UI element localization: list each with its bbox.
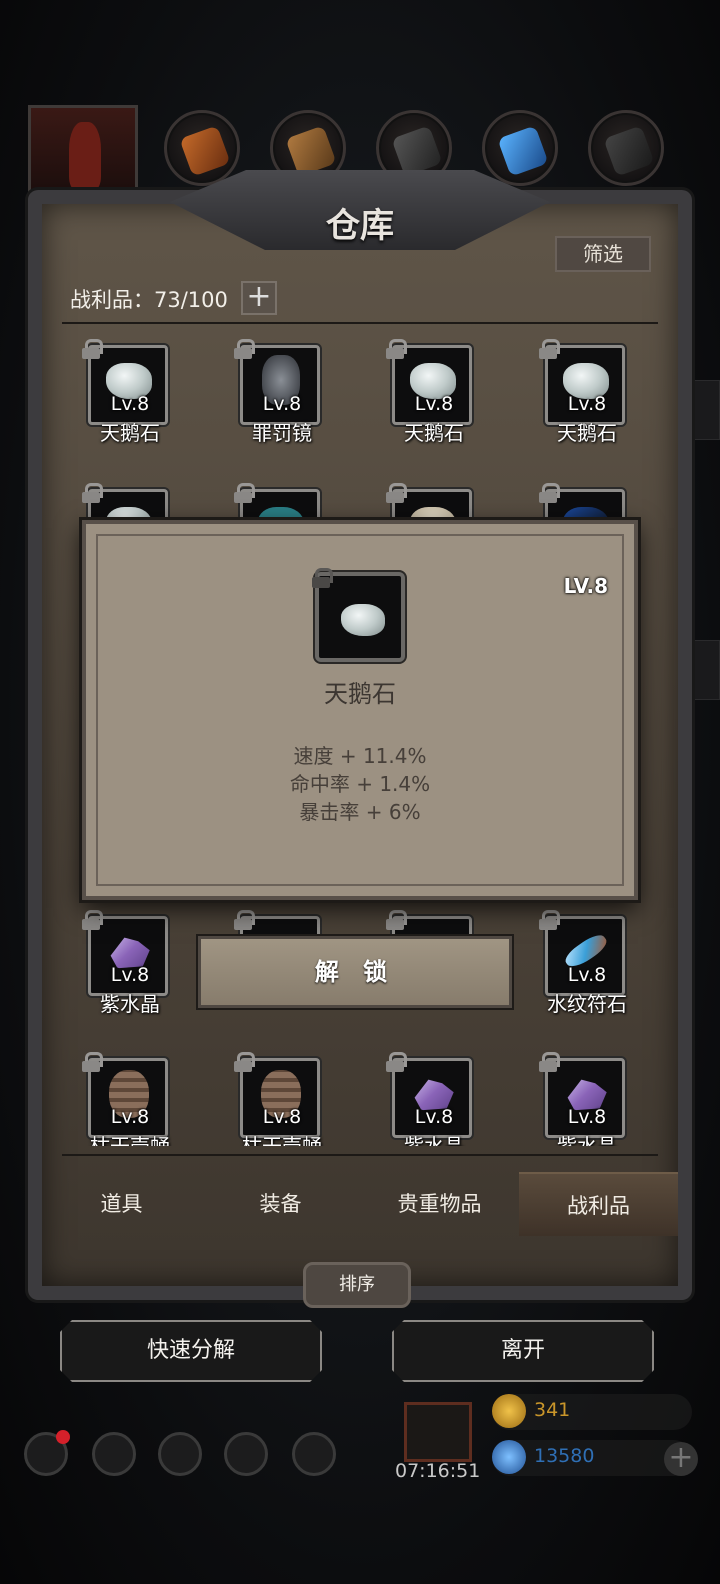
gem-value: 13580 [534, 1445, 595, 1467]
lock-icon [82, 910, 103, 930]
gem-icon [492, 1440, 526, 1474]
stat-line: 速度 + 11.4% [293, 744, 427, 768]
gift-icon[interactable] [404, 1402, 472, 1462]
crystal-icon [497, 125, 549, 177]
inventory-item[interactable]: Lv.8 罪罚镜 [234, 339, 324, 445]
inventory-item[interactable]: Lv.8 枯干壳蛹 [82, 1052, 172, 1146]
gem-counter: 13580 [492, 1440, 692, 1476]
wood-icon [285, 125, 337, 177]
lock-icon [539, 483, 560, 503]
shield-icon[interactable] [292, 1432, 336, 1476]
lock-icon [234, 1052, 255, 1072]
item-level: Lv.8 [567, 964, 607, 986]
grid-row-clip: Lv.8 枯干壳蛹 Lv.8 枯干壳蛹 Lv.8 紫水晶 Lv.8 紫水晶 [0, 1050, 720, 1146]
inventory-item[interactable]: Lv.8 天鹅石 [386, 339, 476, 445]
lock-icon [234, 483, 255, 503]
loot-capacity: 战利品：73/100 [70, 288, 228, 312]
item-name: 天鹅石 [404, 421, 464, 445]
sort-button[interactable]: 排序 [303, 1262, 411, 1308]
ore-icon [391, 125, 443, 177]
lock-icon [386, 483, 407, 503]
item-level: Lv.8 [567, 1106, 607, 1128]
leather-icon [179, 125, 231, 177]
item-level: Lv.8 [567, 393, 607, 415]
tab-valuables[interactable]: 贵重物品 [360, 1172, 519, 1236]
popup-item-level: LV.8 [563, 574, 608, 598]
star-icon[interactable] [92, 1432, 136, 1476]
lock-icon [539, 1052, 560, 1072]
item-name: 天鹅石 [557, 421, 617, 445]
side-tab-1[interactable] [694, 380, 720, 440]
relic-icon [69, 122, 101, 190]
divider-top [62, 322, 658, 324]
lock-icon [234, 339, 255, 359]
gold-icon [492, 1394, 526, 1428]
lock-icon [234, 910, 255, 930]
gold-value: 341 [534, 1399, 571, 1421]
lock-icon [539, 910, 560, 930]
lock-icon [82, 1052, 103, 1072]
item-name: 水纹符石 [547, 992, 627, 1016]
stat-line: 命中率 + 1.4% [289, 772, 431, 796]
item-name: 紫水晶 [557, 1134, 617, 1146]
game-screen: 仓库 筛选 战利品：73/100 + Lv.8 天鹅石 Lv.8 罪罚镜 Lv.… [0, 0, 720, 1584]
unlock-button[interactable]: 解 锁 [198, 936, 512, 1008]
item-level: Lv.8 [110, 393, 150, 415]
lock-icon [386, 1052, 407, 1072]
lock-icon [386, 339, 407, 359]
inventory-item[interactable]: Lv.8 天鹅石 [539, 339, 629, 445]
item-name: 紫水晶 [100, 992, 160, 1016]
category-tab-metal[interactable] [588, 110, 664, 186]
item-name: 罪罚镜 [252, 421, 312, 445]
lock-icon [82, 483, 103, 503]
expand-capacity-button[interactable]: + [241, 281, 277, 315]
item-level: Lv.8 [262, 1106, 302, 1128]
gold-counter: 341 [492, 1394, 692, 1430]
inventory-item[interactable]: Lv.8 紫水晶 [82, 910, 172, 1016]
map-icon[interactable] [158, 1432, 202, 1476]
divider-bottom [62, 1154, 658, 1156]
category-tab-crystal[interactable] [482, 110, 558, 186]
category-tab-relic[interactable] [28, 105, 138, 200]
inventory-item[interactable]: Lv.8 枯干壳蛹 [234, 1052, 324, 1146]
stat-line: 暴击率 + 6% [299, 800, 421, 824]
item-detail-popup: LV.8 天鹅石 速度 + 11.4% 命中率 + 1.4% 暴击率 + 6% [82, 520, 638, 900]
item-level: Lv.8 [414, 1106, 454, 1128]
lock-icon [539, 339, 560, 359]
inventory-item[interactable]: Lv.8 水纹符石 [539, 910, 629, 1016]
add-currency-button[interactable]: + [664, 1442, 698, 1476]
item-name: 紫水晶 [404, 1134, 464, 1146]
popup-item-name: 天鹅石 [324, 680, 396, 708]
tab-items[interactable]: 道具 [42, 1172, 201, 1236]
tab-equipment[interactable]: 装备 [201, 1172, 360, 1236]
popup-item-stats: 速度 + 11.4% 命中率 + 1.4% 暴击率 + 6% [86, 742, 634, 826]
quick-decompose-button[interactable]: 快速分解 [60, 1320, 322, 1382]
inventory-item[interactable]: Lv.8 紫水晶 [386, 1052, 476, 1146]
inventory-tabs: 道具 装备 贵重物品 战利品 [42, 1172, 678, 1236]
leave-button[interactable]: 离开 [392, 1320, 654, 1382]
tab-loot[interactable]: 战利品 [519, 1172, 678, 1236]
item-name: 天鹅石 [100, 421, 160, 445]
item-level: Lv.8 [110, 964, 150, 986]
inventory-item[interactable]: Lv.8 天鹅石 [82, 339, 172, 445]
item-level: Lv.8 [262, 393, 302, 415]
lock-icon [312, 568, 333, 588]
item-name: 枯干壳蛹 [90, 1134, 170, 1146]
notification-dot [56, 1430, 70, 1444]
item-level: Lv.8 [414, 393, 454, 415]
clock-readout: 07:16:51 [395, 1460, 481, 1482]
filter-button[interactable]: 筛选 [555, 236, 651, 272]
category-tab-leather[interactable] [164, 110, 240, 186]
swan-stone-icon [341, 604, 385, 636]
item-level: Lv.8 [110, 1106, 150, 1128]
lock-icon [386, 910, 407, 930]
metal-icon [603, 125, 655, 177]
inventory-item[interactable]: Lv.8 紫水晶 [539, 1052, 629, 1146]
item-name: 枯干壳蛹 [242, 1134, 322, 1146]
side-tab-2[interactable] [694, 640, 720, 700]
lock-icon [82, 339, 103, 359]
mail-icon[interactable] [224, 1432, 268, 1476]
